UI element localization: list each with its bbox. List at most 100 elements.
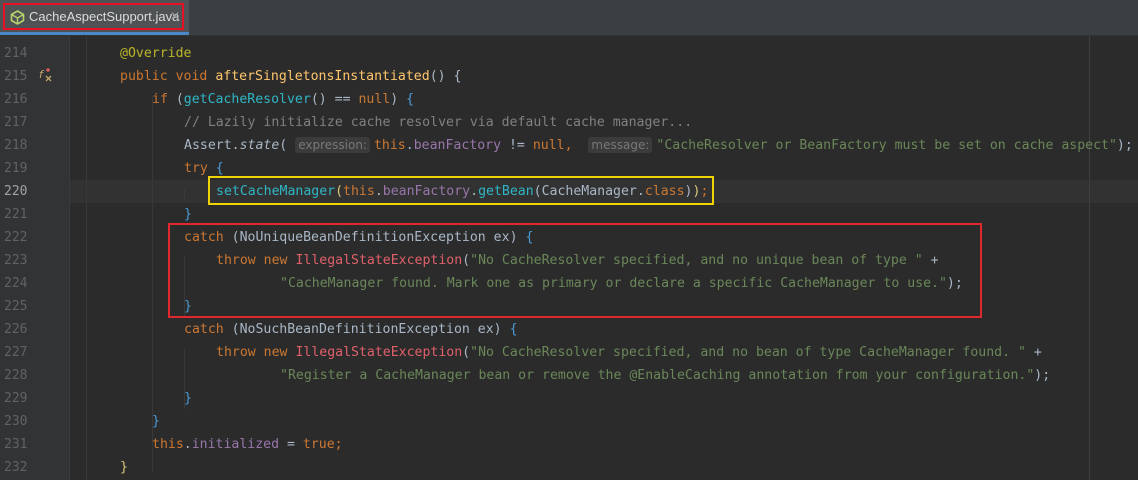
code-token: (	[462, 345, 471, 360]
line-number: 232	[4, 460, 28, 475]
class-name: Assert	[184, 138, 232, 153]
static-method: state	[239, 138, 280, 153]
line-number: 231	[4, 437, 28, 452]
keyword: this	[152, 437, 184, 452]
keyword: void	[175, 69, 208, 84]
keyword: if	[152, 92, 168, 107]
right-margin-guide	[1089, 36, 1090, 480]
tab-cache-aspect-support[interactable]: CacheAspectSupport.java ✕	[0, 0, 189, 35]
string-literal: "Register a CacheManager bean or remove …	[280, 368, 1035, 383]
parameter-hint: message:	[588, 137, 653, 153]
comment: // Lazily initialize cache resolver via …	[184, 115, 693, 130]
code-token: (	[279, 138, 288, 153]
override-implements-icon[interactable]: f	[38, 67, 54, 83]
code-token: );	[1116, 138, 1133, 153]
parameter-hint: expression:	[295, 137, 370, 153]
code-token: )	[493, 322, 510, 337]
line-number: 215	[4, 69, 28, 84]
editor-tab-bar: CacheAspectSupport.java ✕	[0, 0, 1138, 36]
line-number: 227	[4, 345, 28, 360]
code-token: ex	[469, 322, 494, 337]
line-number: 217	[4, 115, 28, 130]
keyword: this	[373, 138, 406, 153]
line-number: 219	[4, 161, 28, 176]
code-token: .	[231, 138, 240, 153]
line-number: 214	[4, 46, 28, 61]
code-line-217: // Lazily initialize cache resolver via …	[184, 111, 692, 134]
code-line-226: catch (NoSuchBeanDefinitionException ex)…	[184, 318, 518, 341]
code-token: (	[223, 322, 240, 337]
annotation-override: @Override	[120, 46, 192, 61]
code-line-229: }	[184, 387, 192, 410]
java-class-icon	[10, 10, 25, 25]
code-token: .	[183, 437, 192, 452]
keyword: public	[120, 69, 168, 84]
code-token: () {	[429, 69, 462, 84]
active-tab-indicator	[0, 32, 189, 35]
line-number: 218	[4, 138, 28, 153]
line-number: 221	[4, 207, 28, 222]
field: initialized	[191, 437, 280, 452]
brace: {	[406, 92, 415, 107]
brace: {	[509, 322, 518, 337]
keyword: null	[358, 92, 391, 107]
string-literal: "No CacheResolver specified, and no bean…	[470, 345, 1026, 360]
code-token: !=	[501, 138, 533, 153]
exception-class: IllegalStateException	[295, 345, 463, 360]
code-token: )	[390, 92, 407, 107]
indent-guide	[184, 188, 185, 202]
line-number: 222	[4, 230, 28, 245]
code-line-228: "Register a CacheManager bean or remove …	[280, 364, 1050, 387]
method-name: afterSingletonsInstantiated	[215, 69, 430, 84]
brace: {	[215, 161, 224, 176]
code-line-215: public void afterSingletonsInstantiated(…	[120, 65, 461, 88]
code-editor[interactable]: 214 215 216 217 218 219 220 221 222 223 …	[0, 36, 1138, 480]
svg-text:f: f	[39, 68, 45, 81]
line-number: 229	[4, 391, 28, 406]
field: beanFactory	[413, 138, 502, 153]
code-line-232: }	[120, 456, 128, 479]
code-line-218: Assert.state( expression: this.beanFactor…	[184, 134, 1133, 157]
line-number: 224	[4, 276, 28, 291]
keyword: null	[532, 138, 565, 153]
keyword: true	[302, 437, 335, 452]
indent-guide	[86, 36, 87, 480]
code-token: +	[1025, 345, 1042, 360]
string-literal: "CacheResolver or BeanFactory must be se…	[656, 138, 1117, 153]
code-line-227: throw new IllegalStateException("No Cach…	[216, 341, 1042, 364]
code-area[interactable]: @Override public void afterSingletonsIns…	[70, 36, 1138, 480]
tab-filename: CacheAspectSupport.java	[29, 9, 180, 24]
brace: }	[120, 460, 128, 475]
method-call: getCacheResolver	[183, 92, 311, 107]
code-line-216: if (getCacheResolver() == null) {	[152, 88, 414, 111]
keyword: throw	[216, 345, 256, 360]
keyword: new	[263, 345, 288, 360]
code-token: () ==	[310, 92, 359, 107]
code-line-231: this.initialized = true;	[152, 433, 343, 456]
highlight-box-yellow	[208, 176, 714, 205]
code-line-214: @Override	[120, 42, 191, 65]
line-number: 226	[4, 322, 28, 337]
code-token: );	[1034, 368, 1051, 383]
line-number: 216	[4, 92, 28, 107]
line-number: 225	[4, 299, 28, 314]
close-icon[interactable]: ✕	[170, 8, 182, 24]
line-number: 223	[4, 253, 28, 268]
brace: }	[184, 391, 192, 406]
code-token: .	[405, 138, 414, 153]
highlight-box-red	[168, 223, 982, 318]
brace: }	[152, 414, 160, 429]
line-number: 230	[4, 414, 28, 429]
brace: }	[184, 207, 192, 222]
class-name: NoSuchBeanDefinitionException	[239, 322, 470, 337]
keyword: catch	[184, 322, 224, 337]
code-token: =	[279, 437, 303, 452]
line-number: 228	[4, 368, 28, 383]
code-line-230: }	[152, 410, 160, 433]
code-token: (	[167, 92, 184, 107]
keyword: try	[184, 161, 208, 176]
line-number-gutter[interactable]: 214 215 216 217 218 219 220 221 222 223 …	[0, 36, 70, 480]
line-number-current: 220	[4, 184, 28, 199]
code-token: ;	[334, 437, 343, 452]
code-token: ,	[564, 138, 573, 153]
